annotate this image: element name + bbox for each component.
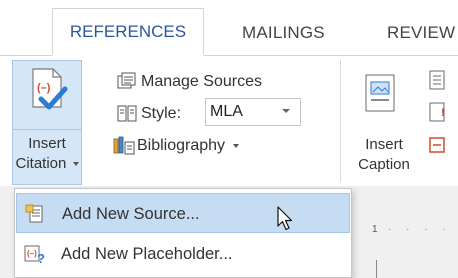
svg-text:?: ? (37, 251, 45, 264)
placeholder-icon: (–) ? (24, 244, 45, 266)
tab-references[interactable]: REFERENCES (52, 8, 204, 55)
update-table-icon[interactable]: ! (428, 102, 448, 127)
ruler: 1 · · · · (360, 224, 458, 240)
insert-caption-label: Insert (365, 136, 403, 153)
manage-sources-button[interactable]: Manage Sources (117, 70, 305, 94)
svg-text:(–): (–) (27, 249, 37, 258)
style-dropdown[interactable]: MLA (205, 98, 301, 126)
insert-citation-menu: Add New Source... (–) ? Add New Placehol… (14, 188, 352, 278)
insert-caption-button[interactable]: Insert Caption (350, 60, 420, 185)
insert-table-of-figures-icon[interactable] (428, 70, 448, 95)
manage-sources-label: Manage Sources (141, 73, 262, 90)
captions-small-commands: ! (424, 60, 458, 180)
insert-caption-icon (365, 74, 395, 112)
insert-citation-button[interactable]: (–) Insert Citation (12, 60, 82, 185)
citation-label: Citation (15, 155, 67, 172)
svg-text:(–): (–) (37, 82, 51, 94)
menu-item-add-new-placeholder[interactable]: (–) ? Add New Placeholder... (16, 234, 350, 274)
style-icon (117, 104, 137, 124)
insert-citation-icon[interactable]: (–) (13, 61, 81, 129)
bibliography-label: Bibliography (137, 137, 226, 154)
ruler-ticks: · · · · (388, 224, 452, 235)
insert-citation-label-line2[interactable]: Citation (13, 155, 81, 172)
page-edge (376, 260, 377, 278)
bibliography-label-wrap: Bibliography (137, 134, 239, 158)
tab-review[interactable]: REVIEW (387, 18, 455, 48)
menu-item-add-new-source[interactable]: Add New Source... (16, 193, 350, 233)
menu-item-label: Add New Source... (62, 205, 200, 223)
insert-citation-label: Insert (28, 135, 66, 152)
add-source-icon (25, 204, 45, 224)
group-separator (340, 60, 341, 182)
split-divider (13, 129, 81, 130)
chevron-down-icon (282, 109, 290, 113)
bibliography-button[interactable]: Bibliography (113, 134, 303, 158)
ribbon-tab-bar: REFERENCES MAILINGS REVIEW (0, 0, 458, 56)
manage-sources-icon (117, 72, 137, 92)
mouse-pointer-icon (276, 206, 296, 232)
insert-caption-label-line2: Caption (358, 156, 410, 173)
chevron-down-icon (72, 162, 79, 167)
tab-mailings[interactable]: MAILINGS (242, 18, 325, 48)
citation-style-control: Style: MLA (117, 98, 317, 126)
svg-text:!: ! (441, 107, 445, 119)
bibliography-icon (113, 136, 135, 156)
cross-reference-icon[interactable] (428, 136, 448, 161)
chevron-down-icon (232, 143, 239, 148)
menu-item-label: Add New Placeholder... (61, 245, 233, 263)
ruler-marker: 1 (372, 224, 378, 235)
style-value: MLA (210, 103, 243, 120)
style-label: Style: (141, 105, 182, 122)
